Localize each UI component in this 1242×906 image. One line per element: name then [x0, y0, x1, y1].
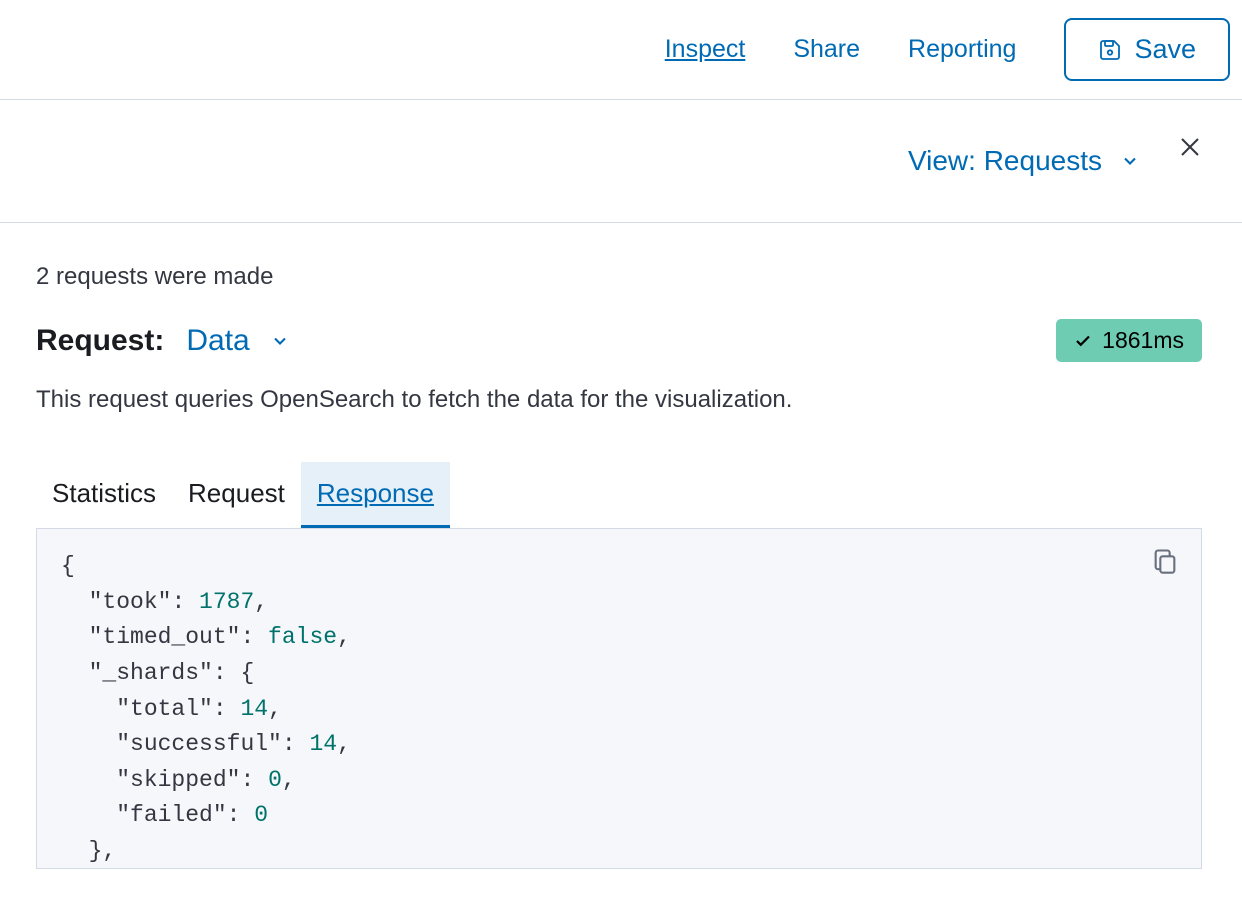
- chevron-down-icon: [1120, 151, 1140, 171]
- view-dropdown[interactable]: View: Requests: [908, 145, 1140, 177]
- share-link[interactable]: Share: [793, 35, 860, 64]
- check-icon: [1074, 332, 1092, 350]
- top-toolbar: Inspect Share Reporting Save: [0, 0, 1242, 100]
- time-badge: 1861ms: [1056, 319, 1202, 362]
- request-dropdown[interactable]: Data: [186, 324, 289, 358]
- save-button[interactable]: Save: [1064, 18, 1230, 81]
- view-dropdown-label: View: Requests: [908, 145, 1102, 177]
- tab-response[interactable]: Response: [301, 462, 450, 528]
- code-content: { "took": 1787, "timed_out": false, "_sh…: [61, 553, 351, 864]
- request-label: Request:: [36, 324, 164, 358]
- chevron-down-icon: [270, 331, 290, 351]
- time-badge-value: 1861ms: [1102, 327, 1184, 354]
- request-header-left: Request: Data: [36, 324, 290, 358]
- view-bar: View: Requests: [0, 100, 1242, 223]
- request-header: Request: Data 1861ms: [36, 319, 1202, 362]
- close-icon[interactable]: [1178, 135, 1202, 159]
- response-code-block: { "took": 1787, "timed_out": false, "_sh…: [36, 529, 1202, 869]
- save-button-label: Save: [1134, 34, 1196, 65]
- tabs: Statistics Request Response: [36, 462, 1202, 529]
- request-dropdown-value: Data: [186, 324, 249, 358]
- content-area: 2 requests were made Request: Data 1861m…: [0, 223, 1242, 869]
- save-icon: [1098, 38, 1122, 62]
- reporting-link[interactable]: Reporting: [908, 35, 1016, 64]
- request-description: This request queries OpenSearch to fetch…: [36, 386, 1202, 414]
- inspect-link[interactable]: Inspect: [665, 35, 746, 64]
- copy-icon[interactable]: [1151, 547, 1179, 575]
- requests-count-text: 2 requests were made: [36, 263, 1202, 291]
- tab-request[interactable]: Request: [172, 462, 301, 528]
- tab-statistics[interactable]: Statistics: [36, 462, 172, 528]
